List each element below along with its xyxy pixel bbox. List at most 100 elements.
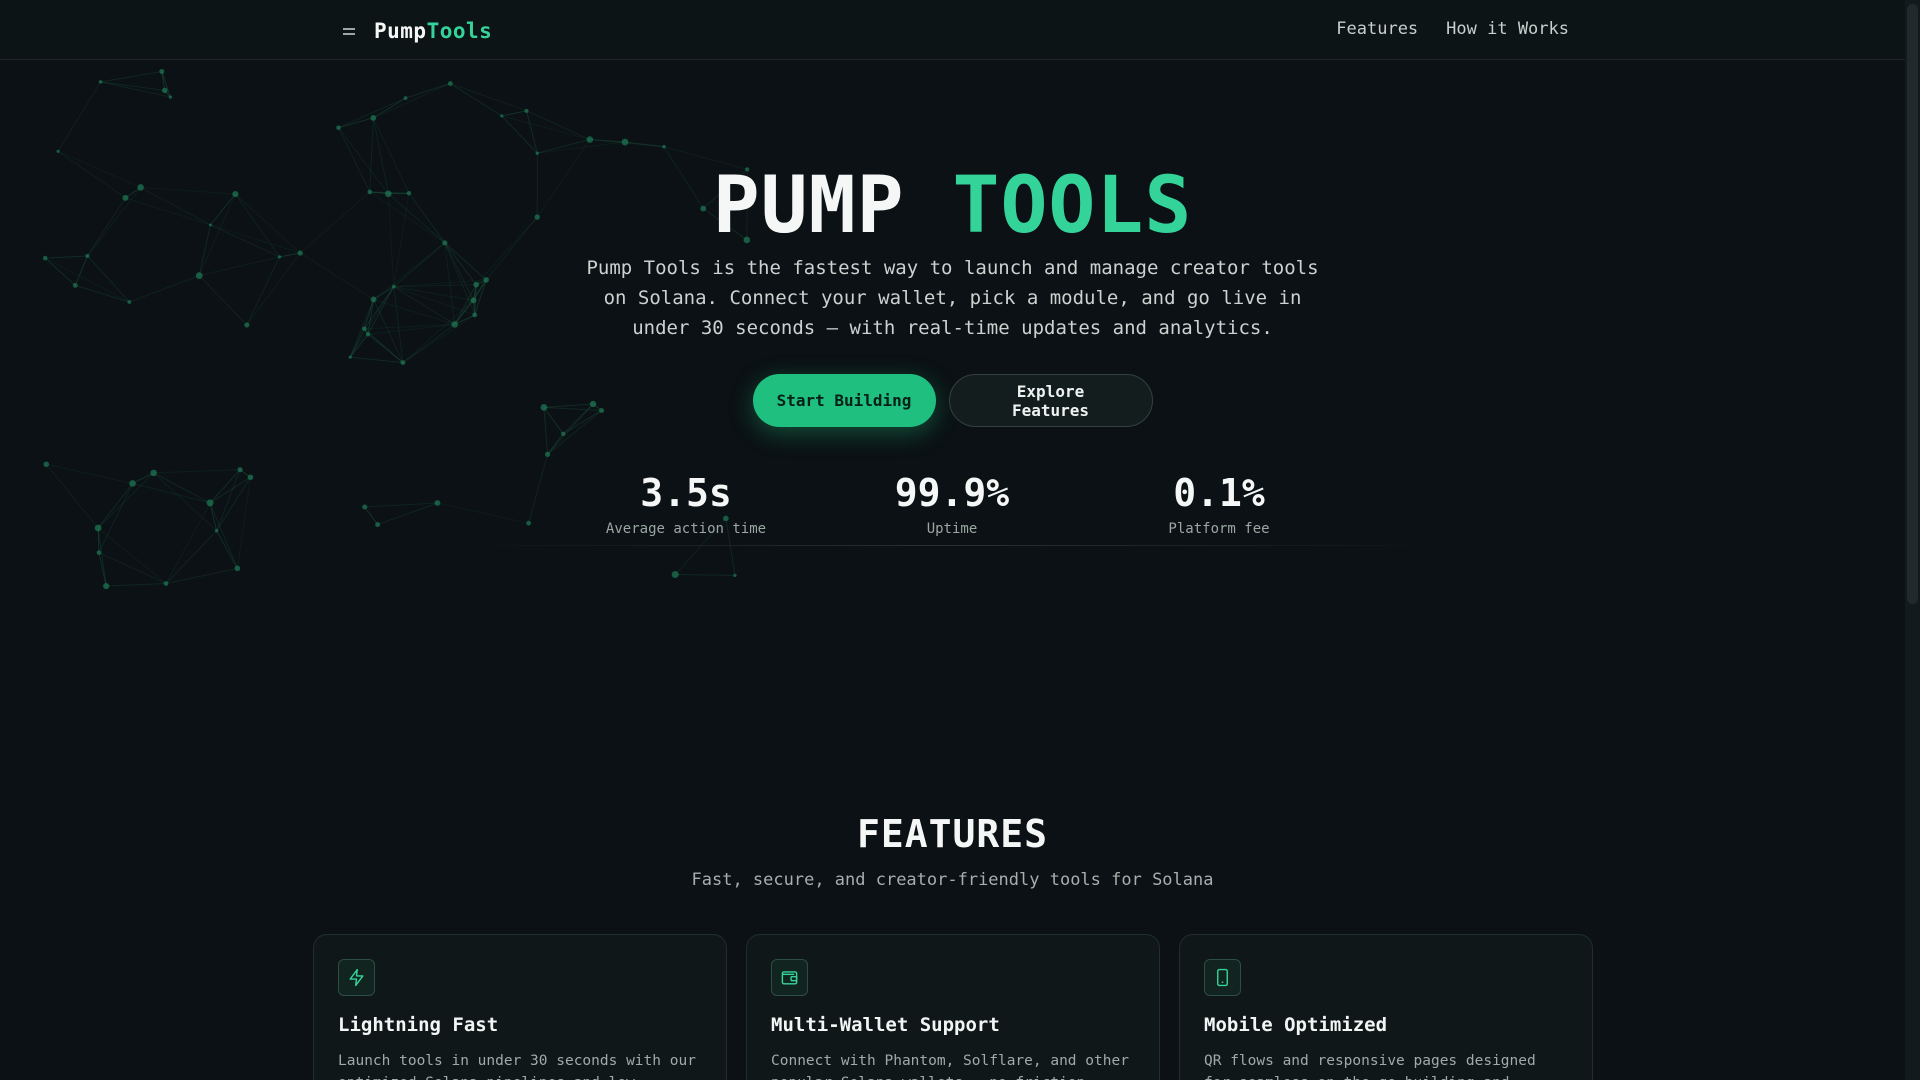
network-node	[159, 68, 165, 74]
network-link	[528, 454, 549, 524]
network-node	[206, 499, 214, 507]
hero-title: PUMP TOOLS	[0, 161, 1905, 251]
network-node	[98, 80, 103, 84]
network-node	[370, 114, 377, 121]
network-node	[214, 529, 219, 533]
network-node	[162, 87, 168, 94]
brand[interactable]: PumpTools	[336, 18, 492, 44]
stat-label: Platform fee	[1168, 521, 1270, 537]
network-link	[45, 255, 88, 259]
network-node	[72, 282, 78, 288]
network-link	[161, 71, 166, 91]
start-building-button[interactable]: Start Building	[752, 374, 936, 427]
network-link	[106, 583, 167, 587]
network-node	[127, 300, 132, 304]
network-node	[96, 550, 102, 555]
network-link	[97, 483, 133, 529]
card-title: Mobile Optimized	[1204, 1014, 1388, 1036]
network-link	[338, 117, 374, 129]
network-node	[85, 253, 90, 259]
network-node	[400, 360, 406, 366]
network-node	[662, 144, 666, 149]
network-node	[195, 272, 203, 280]
network-node	[362, 326, 367, 332]
network-link	[367, 323, 455, 335]
stat-label: Uptime	[926, 521, 978, 537]
network-node	[733, 573, 737, 577]
network-link	[216, 530, 238, 569]
network-node	[237, 467, 243, 473]
network-link	[363, 286, 395, 330]
network-node	[42, 255, 48, 261]
network-link	[299, 252, 374, 300]
network-link	[437, 502, 529, 524]
network-link	[373, 83, 451, 119]
nav-links: Features How it Works	[1336, 19, 1569, 39]
network-link	[501, 115, 538, 154]
tools-icon	[336, 18, 362, 44]
network-link	[132, 482, 211, 504]
feature-card-lightning-fast: Lightning Fast Launch tools in under 30 …	[313, 934, 727, 1080]
network-link	[373, 242, 446, 300]
nav-link-how-it-works[interactable]: How it Works	[1446, 19, 1569, 39]
page: PumpTools Features How it Works PUMP TOO…	[0, 0, 1920, 1080]
hero-section: PUMP TOOLS Pump Tools is the fastest way…	[0, 61, 1905, 607]
network-link	[393, 286, 404, 363]
network-link	[373, 97, 406, 119]
network-node	[524, 108, 529, 113]
brand-name: PumpTools	[374, 19, 492, 43]
network-node	[129, 480, 136, 487]
network-link	[153, 469, 241, 474]
network-link	[364, 502, 438, 508]
network-node	[561, 431, 566, 437]
network-node	[168, 95, 173, 99]
explore-features-button[interactable]: Explore Features	[948, 374, 1153, 427]
card-description: Launch tools in under 30 seconds with ou…	[338, 1053, 696, 1080]
network-node	[447, 81, 453, 86]
network-node	[526, 520, 532, 526]
network-node	[500, 114, 504, 118]
lightning-icon	[338, 959, 375, 996]
features-title: FEATURES	[856, 812, 1049, 856]
network-link	[132, 472, 154, 484]
network-node	[247, 474, 254, 481]
network-link	[44, 257, 130, 303]
network-node	[403, 96, 408, 100]
network-link	[402, 314, 476, 364]
network-node	[434, 500, 441, 506]
network-node	[370, 296, 377, 303]
hero-title-part-1: PUMP	[712, 161, 905, 251]
network-link	[74, 255, 88, 286]
network-link	[100, 70, 162, 83]
network-link	[246, 256, 280, 326]
network-node	[234, 565, 241, 572]
network-link	[279, 252, 301, 258]
feature-card-mobile: Mobile Optimized QR flows and responsive…	[1179, 934, 1593, 1080]
network-link	[97, 472, 155, 529]
feature-card-multi-wallet: Multi-Wallet Support Connect with Phanto…	[746, 934, 1160, 1080]
network-link	[501, 110, 527, 117]
network-link	[454, 284, 477, 325]
scrollbar-thumb[interactable]	[1907, 4, 1918, 604]
network-node	[483, 277, 489, 283]
network-link	[165, 567, 238, 585]
scrollbar[interactable]	[1905, 0, 1920, 1080]
stat-value: 99.9%	[894, 471, 1010, 515]
network-node	[163, 581, 169, 586]
stat-platform-fee: 0.1% Platform fee	[1099, 471, 1339, 537]
card-title: Lightning Fast	[338, 1014, 499, 1036]
network-node	[544, 451, 551, 457]
network-node	[671, 571, 679, 579]
network-link	[236, 477, 251, 569]
card-title: Multi-Wallet Support	[771, 1014, 1000, 1036]
nav-link-features[interactable]: Features	[1336, 19, 1418, 39]
card-description: Connect with Phantom, Solflare, and othe…	[771, 1053, 1129, 1080]
wallet-icon	[771, 959, 808, 996]
network-node	[103, 582, 110, 590]
network-link	[444, 242, 474, 301]
hero-description: Pump Tools is the fastest way to launch …	[586, 257, 1319, 339]
network-node	[56, 149, 60, 153]
network-node	[336, 125, 341, 131]
network-link	[129, 275, 200, 303]
network-node	[621, 138, 629, 146]
